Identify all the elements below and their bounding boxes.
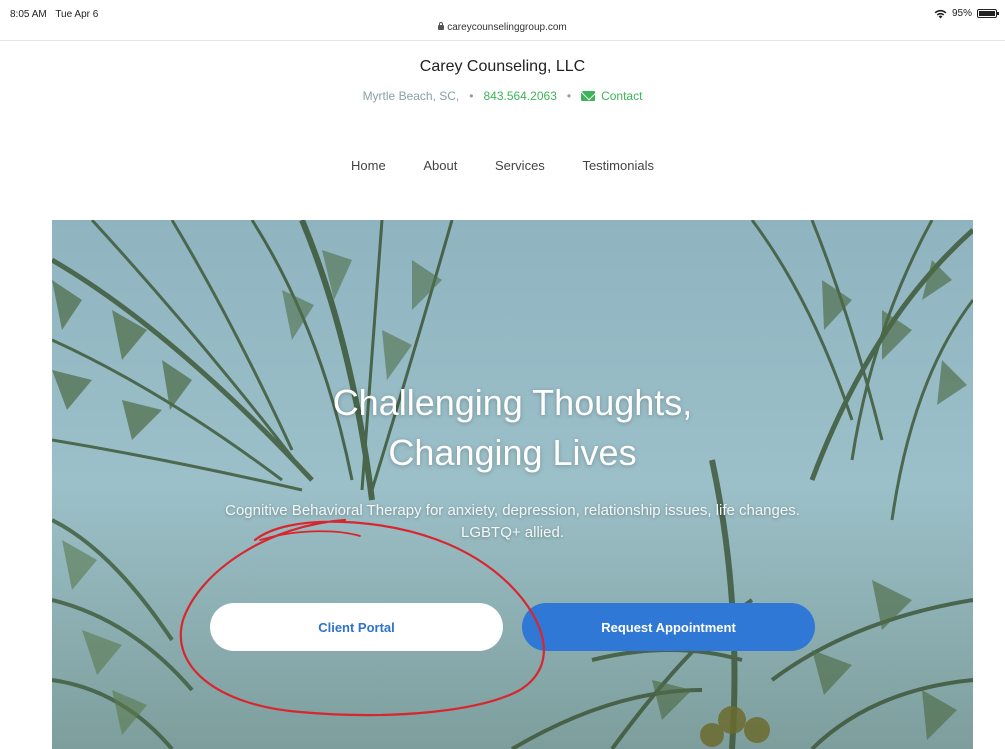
nav-about[interactable]: About bbox=[423, 158, 457, 173]
main-nav: Home About Services Testimonials bbox=[0, 158, 1005, 173]
status-left: 8:05 AM Tue Apr 6 bbox=[10, 9, 104, 20]
hero-title: Challenging Thoughts, Changing Lives bbox=[52, 378, 973, 478]
address-bar[interactable]: careycounselinggroup.com bbox=[0, 22, 1005, 33]
url-text: careycounselinggroup.com bbox=[447, 22, 567, 33]
battery-percent: 95% bbox=[951, 8, 972, 19]
phone-link[interactable]: 843.564.2063 bbox=[483, 89, 556, 103]
hero-title-line1: Challenging Thoughts, bbox=[332, 382, 693, 423]
site-title[interactable]: Carey Counseling, LLC bbox=[0, 58, 1005, 76]
status-time: 8:05 AM bbox=[10, 9, 47, 20]
mail-icon bbox=[581, 91, 596, 101]
nav-services[interactable]: Services bbox=[495, 158, 545, 173]
separator-dot: • bbox=[469, 89, 474, 103]
status-date: Tue Apr 6 bbox=[55, 9, 99, 20]
nav-testimonials[interactable]: Testimonials bbox=[582, 158, 654, 173]
status-right: 95% bbox=[934, 8, 999, 19]
client-portal-button[interactable]: Client Portal bbox=[210, 603, 503, 651]
battery-icon bbox=[977, 9, 999, 18]
palm-tree-background bbox=[52, 220, 973, 749]
lock-icon bbox=[438, 22, 445, 30]
address-bar-divider bbox=[0, 40, 1005, 41]
request-appointment-button[interactable]: Request Appointment bbox=[522, 603, 815, 651]
wifi-icon bbox=[934, 9, 947, 18]
hero-subtitle: Cognitive Behavioral Therapy for anxiety… bbox=[225, 502, 800, 541]
status-bar: 8:05 AM Tue Apr 6 95% bbox=[0, 0, 1005, 24]
contact-link[interactable]: Contact bbox=[581, 89, 642, 103]
page: 8:05 AM Tue Apr 6 95% careycounselinggro… bbox=[0, 0, 1005, 749]
separator-dot: • bbox=[566, 89, 572, 103]
hero-section: Challenging Thoughts, Changing Lives Cog… bbox=[52, 220, 973, 749]
nav-home[interactable]: Home bbox=[351, 158, 386, 173]
contact-line: Myrtle Beach, SC, • 843.564.2063 • Contact bbox=[0, 89, 1005, 103]
contact-label: Contact bbox=[601, 89, 643, 103]
location-text: Myrtle Beach, SC, bbox=[362, 89, 460, 103]
hero-title-line2: Changing Lives bbox=[388, 432, 637, 473]
